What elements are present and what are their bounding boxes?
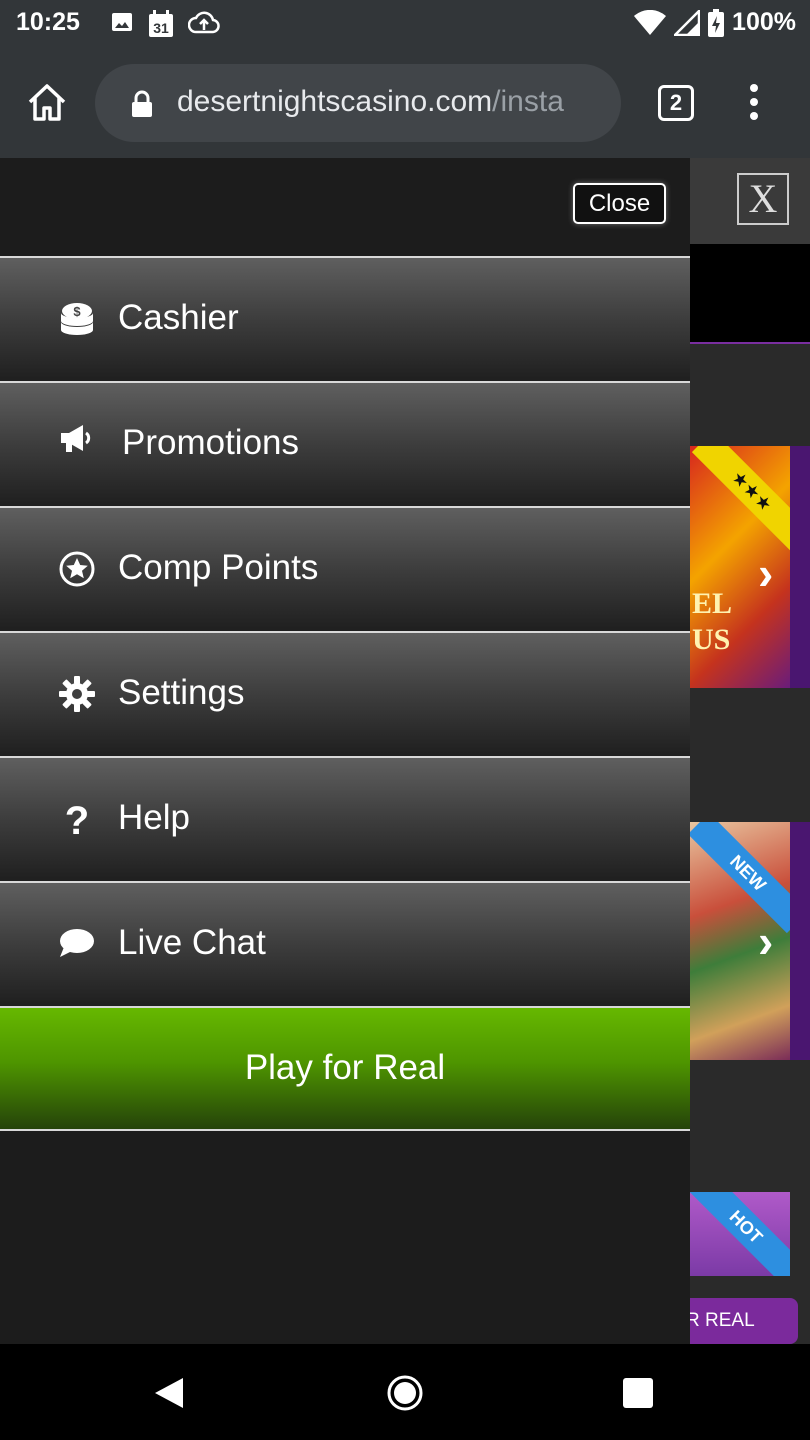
svg-text:?: ?	[65, 800, 89, 838]
tile-ribbon: NEW	[690, 822, 790, 934]
question-icon: ?	[65, 800, 89, 838]
browser-toolbar: desertnightscasino.com/insta 2	[0, 48, 810, 158]
game-tile[interactable]: NEW ›	[690, 822, 790, 1060]
svg-text:$: $	[73, 304, 81, 319]
menu-item-settings[interactable]: Settings	[0, 631, 690, 756]
menu-item-label: Help	[118, 798, 190, 837]
tile-ribbon: HOT	[690, 1192, 790, 1276]
background-close-button[interactable]: X	[737, 173, 789, 225]
battery-charging-icon	[708, 8, 725, 37]
play-for-real-button-partial[interactable]: R REAL	[690, 1298, 798, 1344]
star-circle-icon	[59, 551, 95, 587]
url-domain: desertnightscasino.com	[177, 85, 493, 118]
chevron-right-icon: ›	[758, 915, 774, 967]
tab-switcher-button[interactable]: 2	[658, 85, 694, 121]
game-tile[interactable]: HOT	[690, 1192, 790, 1276]
side-menu: Close $ Cashier Promotions Comp Points S…	[0, 158, 690, 1344]
gear-icon	[59, 676, 95, 712]
cloud-upload-icon	[188, 11, 220, 34]
chat-bubble-icon	[60, 929, 94, 957]
play-for-real-button[interactable]: Play for Real	[0, 1006, 690, 1131]
background-header: X	[690, 158, 810, 244]
status-time: 10:25	[16, 8, 80, 36]
megaphone-icon	[61, 425, 91, 452]
battery-percent: 100%	[732, 8, 796, 36]
url-path: /insta	[492, 85, 564, 118]
system-nav-bar	[0, 1344, 810, 1440]
background-banner	[690, 244, 810, 344]
home-nav-icon[interactable]	[386, 1374, 424, 1412]
menu-item-cashier[interactable]: $ Cashier	[0, 256, 690, 381]
background-page: X ★★★ EL US › NEW › HOT R REAL	[690, 158, 810, 1344]
status-bar: 10:25 31 100%	[0, 0, 810, 48]
address-bar[interactable]: desertnightscasino.com/insta	[95, 64, 621, 142]
play-for-real-label: Play for Real	[244, 1048, 446, 1087]
menu-item-promotions[interactable]: Promotions	[0, 381, 690, 506]
menu-item-label: Cashier	[118, 298, 239, 337]
menu-item-label: Live Chat	[118, 923, 266, 962]
game-tile[interactable]: ★★★ EL US ›	[690, 446, 790, 688]
close-button[interactable]: Close	[573, 183, 666, 224]
lock-icon	[132, 90, 152, 117]
calendar-day: 31	[153, 20, 169, 36]
chevron-right-icon: ›	[758, 547, 774, 599]
menu-item-label: Comp Points	[118, 548, 319, 587]
wifi-icon	[634, 9, 667, 35]
system-icons: 100%	[634, 8, 796, 37]
url-text: desertnightscasino.com/insta	[177, 85, 602, 119]
back-icon[interactable]	[153, 1376, 185, 1410]
menu-item-comp-points[interactable]: Comp Points	[0, 506, 690, 631]
menu-item-live-chat[interactable]: Live Chat	[0, 881, 690, 1006]
play-for-real-partial-label: R REAL	[690, 1310, 755, 1331]
tile-ribbon: ★★★	[691, 446, 790, 552]
recents-icon[interactable]	[622, 1377, 654, 1409]
menu-item-help[interactable]: ? Help	[0, 756, 690, 881]
notification-icons: 31	[110, 10, 220, 38]
tile-art-text: EL US	[692, 587, 733, 656]
coins-icon: $	[61, 303, 93, 335]
image-icon	[112, 13, 132, 31]
menu-header: Close	[0, 158, 690, 256]
calendar-icon: 31	[149, 10, 173, 37]
more-options-icon[interactable]	[744, 84, 764, 124]
menu-item-label: Promotions	[122, 423, 300, 462]
menu-item-label: Settings	[118, 673, 245, 712]
home-icon[interactable]	[26, 82, 68, 122]
cell-signal-icon	[674, 9, 701, 36]
